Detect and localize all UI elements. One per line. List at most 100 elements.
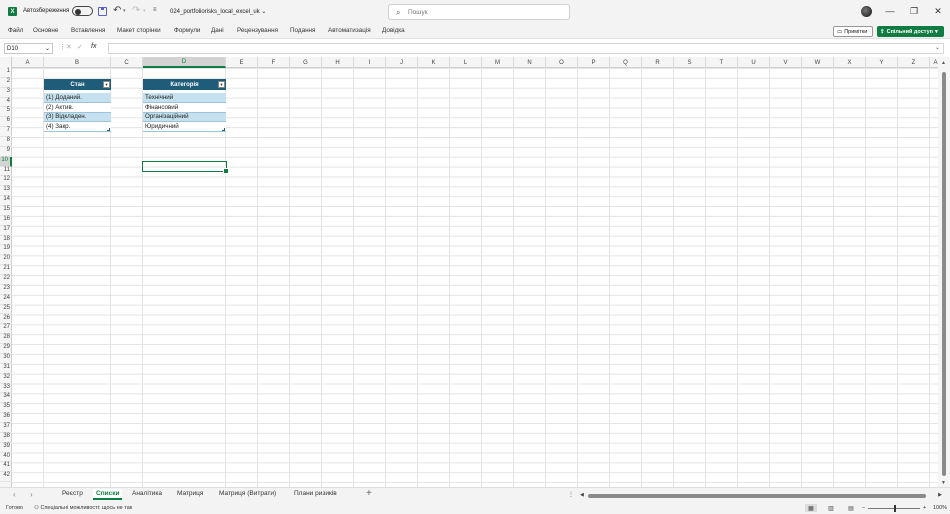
expand-formula-icon[interactable]: ⌄ bbox=[935, 44, 940, 51]
row-header[interactable]: 9 bbox=[0, 147, 12, 157]
row-header[interactable]: 41 bbox=[0, 462, 12, 473]
table-resize-handle[interactable] bbox=[107, 128, 110, 131]
horizontal-scrollbar[interactable]: ◀ ▶ bbox=[580, 492, 942, 499]
column-header[interactable]: Y bbox=[866, 57, 898, 68]
row-header[interactable]: 27 bbox=[0, 324, 12, 335]
tab-file[interactable]: Файл bbox=[8, 27, 23, 34]
close-button[interactable]: ✕ bbox=[932, 6, 944, 16]
row-header[interactable]: 25 bbox=[0, 305, 12, 315]
row-header[interactable]: 28 bbox=[0, 334, 12, 345]
undo-dropdown-icon[interactable]: ▾ bbox=[123, 8, 126, 14]
enter-icon[interactable]: ✓ bbox=[77, 43, 83, 51]
row-header[interactable]: 39 bbox=[0, 443, 12, 453]
accessibility-status[interactable]: ⚇ Спеціальні можливості: щось не так bbox=[34, 505, 132, 511]
sheet-tab-registry[interactable]: Реєстр bbox=[62, 490, 83, 497]
filter-dropdown-icon[interactable]: ▼ bbox=[103, 81, 110, 88]
column-header[interactable]: S bbox=[674, 57, 706, 68]
sheet-tab-risk-plans[interactable]: Плани ризиків bbox=[294, 490, 337, 497]
prev-sheet-icon[interactable]: ‹ bbox=[13, 490, 16, 499]
row-header[interactable]: 11 bbox=[0, 167, 12, 177]
row-header[interactable]: 33 bbox=[0, 384, 12, 394]
row-header[interactable]: 5 bbox=[0, 107, 12, 118]
row-header[interactable]: 8 bbox=[0, 137, 12, 147]
column-header[interactable]: A bbox=[12, 57, 44, 68]
column-header[interactable]: W bbox=[802, 57, 834, 68]
tab-view[interactable]: Подання bbox=[290, 27, 315, 34]
column-header[interactable]: Q bbox=[610, 57, 642, 68]
zoom-slider-knob[interactable] bbox=[894, 505, 896, 512]
undo-icon[interactable]: ↶ bbox=[113, 5, 121, 16]
restore-button[interactable]: ❐ bbox=[908, 6, 920, 16]
search-box[interactable]: ⌕ bbox=[388, 4, 570, 20]
cancel-icon[interactable]: ✕ bbox=[66, 43, 72, 51]
column-header[interactable]: U bbox=[738, 57, 770, 68]
column-header[interactable]: N bbox=[514, 57, 546, 68]
table-status-row[interactable]: (2) Актив. bbox=[44, 102, 111, 113]
spreadsheet-grid[interactable]: ABCDEFGHIJKLMNOPQRSTUVWXYZA 1 2 3 4 5 6 7 8 9 10 1… bbox=[0, 57, 950, 487]
save-icon[interactable] bbox=[98, 7, 107, 16]
minimize-button[interactable]: — bbox=[884, 6, 896, 16]
row-header[interactable]: 14 bbox=[0, 196, 12, 207]
table-category-header[interactable]: Категорія ▼ bbox=[143, 79, 226, 90]
more-options-icon[interactable]: ⋮ bbox=[568, 491, 574, 498]
row-header[interactable]: 13 bbox=[0, 186, 12, 197]
row-header[interactable]: 23 bbox=[0, 285, 12, 295]
tab-page-layout[interactable]: Макет сторінки bbox=[117, 27, 161, 34]
row-header[interactable]: 42 bbox=[0, 472, 12, 483]
column-header[interactable]: R bbox=[642, 57, 674, 68]
row-header[interactable]: 26 bbox=[0, 315, 12, 325]
redo-dropdown-icon[interactable]: ▾ bbox=[143, 8, 146, 14]
formula-input[interactable]: ⌄ bbox=[108, 43, 944, 54]
row-header[interactable]: 34 bbox=[0, 393, 12, 404]
selected-cell[interactable] bbox=[142, 161, 229, 174]
row-header[interactable]: 18 bbox=[0, 236, 12, 246]
tab-help[interactable]: Довідка bbox=[382, 27, 405, 34]
autosave-toggle[interactable] bbox=[72, 6, 93, 16]
table-status-row[interactable]: (3) Відкладен. bbox=[44, 112, 111, 123]
zoom-level[interactable]: 100% bbox=[933, 505, 947, 511]
table-category-row[interactable]: Юридичний bbox=[143, 122, 226, 133]
row-header[interactable]: 20 bbox=[0, 255, 12, 266]
redo-icon[interactable]: ↷ bbox=[132, 5, 140, 16]
next-sheet-icon[interactable]: › bbox=[30, 490, 33, 499]
column-header[interactable]: Z bbox=[898, 57, 930, 68]
row-header[interactable]: 4 bbox=[0, 98, 12, 108]
horizontal-scroll-thumb[interactable] bbox=[588, 494, 926, 498]
row-header[interactable]: 22 bbox=[0, 275, 12, 285]
row-header[interactable]: 32 bbox=[0, 374, 12, 384]
column-header[interactable]: T bbox=[706, 57, 738, 68]
row-header[interactable]: 12 bbox=[0, 176, 12, 187]
zoom-out-icon[interactable]: − bbox=[862, 505, 865, 511]
row-header[interactable]: 16 bbox=[0, 216, 12, 226]
notes-button[interactable]: ▭ Примітки bbox=[833, 26, 873, 37]
row-header[interactable]: 24 bbox=[0, 295, 12, 305]
row-header[interactable]: 7 bbox=[0, 127, 12, 138]
row-header[interactable]: 29 bbox=[0, 344, 12, 354]
page-break-view-icon[interactable]: ▤ bbox=[845, 504, 857, 512]
row-header[interactable]: 37 bbox=[0, 423, 12, 433]
scroll-right-icon[interactable]: ▶ bbox=[938, 492, 942, 498]
row-header[interactable]: 30 bbox=[0, 354, 12, 364]
customize-toolbar-icon[interactable]: ≡ bbox=[153, 7, 157, 13]
vertical-scroll-thumb[interactable] bbox=[942, 72, 946, 476]
insert-function-icon[interactable]: fx bbox=[91, 43, 96, 50]
row-header[interactable]: 3 bbox=[0, 88, 12, 98]
select-all-corner[interactable] bbox=[0, 57, 12, 68]
zoom-in-icon[interactable]: + bbox=[923, 505, 926, 511]
scroll-up-icon[interactable]: ▲ bbox=[941, 60, 946, 66]
avatar[interactable] bbox=[861, 6, 872, 17]
sheet-tab-matrix-costs[interactable]: Матриця (Витрати) bbox=[219, 490, 276, 497]
column-header[interactable]: J bbox=[386, 57, 418, 68]
column-header[interactable]: F bbox=[258, 57, 290, 68]
add-sheet-button[interactable]: + bbox=[366, 488, 372, 499]
column-header[interactable]: H bbox=[322, 57, 354, 68]
column-header[interactable]: M bbox=[482, 57, 514, 68]
zoom-slider[interactable] bbox=[868, 505, 920, 512]
search-input[interactable] bbox=[408, 7, 558, 17]
column-header[interactable]: L bbox=[450, 57, 482, 68]
row-header[interactable]: 2 bbox=[0, 78, 12, 88]
column-header[interactable]: D bbox=[143, 57, 226, 68]
column-header[interactable]: X bbox=[834, 57, 866, 68]
table-status-row[interactable]: (4) Закр. bbox=[44, 122, 111, 133]
scroll-left-icon[interactable]: ◀ bbox=[580, 492, 584, 498]
